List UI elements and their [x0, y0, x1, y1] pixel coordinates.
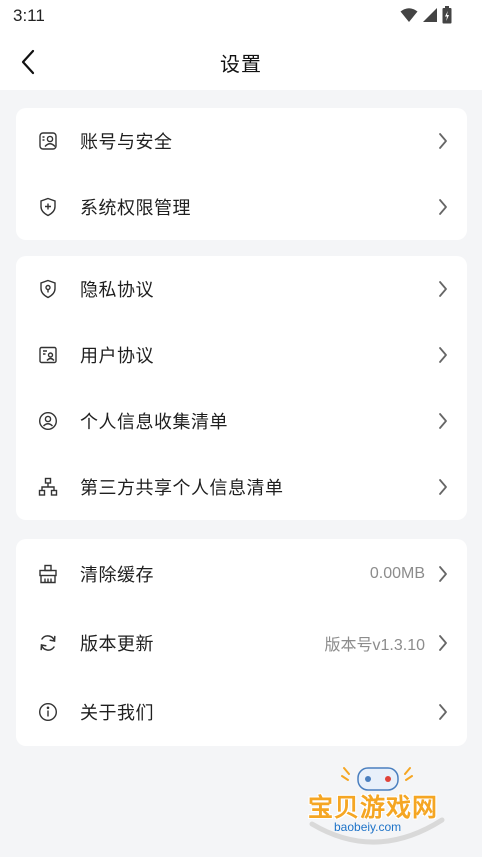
chevron-right-icon [436, 703, 450, 721]
shield-plus-icon [37, 196, 59, 218]
watermark-logo: 宝贝游戏网 baobeiy.com [302, 762, 450, 852]
settings-group-app: 清除缓存 0.00MB 版本更新 版本号v1.3.10 关于我们 [16, 539, 467, 746]
chevron-right-icon [436, 346, 450, 364]
cache-size-value: 0.00MB [369, 564, 425, 582]
user-circle-icon [37, 410, 59, 432]
broom-icon [37, 563, 59, 585]
status-bar: 3:11 [0, 0, 482, 34]
chevron-right-icon [436, 412, 450, 430]
status-time: 3:11 [13, 6, 45, 25]
row-clear-cache[interactable]: 清除缓存 0.00MB [16, 539, 467, 608]
chevron-right-icon [436, 280, 450, 298]
user-card-icon [37, 344, 59, 366]
chevron-right-icon [436, 478, 450, 496]
row-version-update[interactable]: 版本更新 版本号v1.3.10 [16, 608, 467, 677]
chevron-right-icon [436, 198, 450, 216]
watermark-text: 宝贝游戏网 [308, 793, 439, 822]
org-tree-icon [37, 476, 59, 498]
battery-icon [442, 6, 452, 24]
row-privacy-policy[interactable]: 隐私协议 [16, 256, 467, 322]
row-label: 账号与安全 [80, 132, 173, 153]
row-account-security[interactable]: 账号与安全 [16, 108, 467, 174]
row-label: 第三方共享个人信息清单 [80, 478, 284, 499]
header-bar: 设置 [0, 34, 482, 90]
row-system-permissions[interactable]: 系统权限管理 [16, 174, 467, 240]
row-about-us[interactable]: 关于我们 [16, 677, 467, 746]
version-value: 版本号v1.3.10 [324, 636, 426, 654]
row-user-agreement[interactable]: 用户协议 [16, 322, 467, 388]
wifi-icon [400, 8, 418, 22]
row-label: 用户协议 [80, 346, 154, 367]
chevron-right-icon [436, 634, 450, 652]
signal-icon [423, 8, 437, 22]
row-label: 个人信息收集清单 [80, 412, 228, 433]
row-label: 隐私协议 [80, 280, 154, 301]
page-title: 设置 [220, 52, 262, 76]
watermark-url: baobeiy.com [334, 820, 402, 834]
row-label: 系统权限管理 [80, 198, 191, 219]
status-icons [400, 6, 452, 24]
row-label: 清除缓存 [80, 564, 154, 586]
settings-group-account: 账号与安全 系统权限管理 [16, 108, 467, 240]
chevron-right-icon [436, 565, 450, 583]
account-security-icon [37, 130, 59, 152]
row-third-party-sharing[interactable]: 第三方共享个人信息清单 [16, 454, 467, 520]
row-label: 关于我们 [80, 702, 154, 724]
shield-lock-icon [37, 278, 59, 300]
row-label: 版本更新 [80, 633, 154, 655]
info-icon [37, 701, 59, 723]
chevron-right-icon [436, 132, 450, 150]
refresh-icon [37, 632, 59, 654]
row-personal-info-list[interactable]: 个人信息收集清单 [16, 388, 467, 454]
settings-group-privacy: 隐私协议 用户协议 个人信息收集清单 第三方共享个人信息清单 [16, 256, 467, 520]
